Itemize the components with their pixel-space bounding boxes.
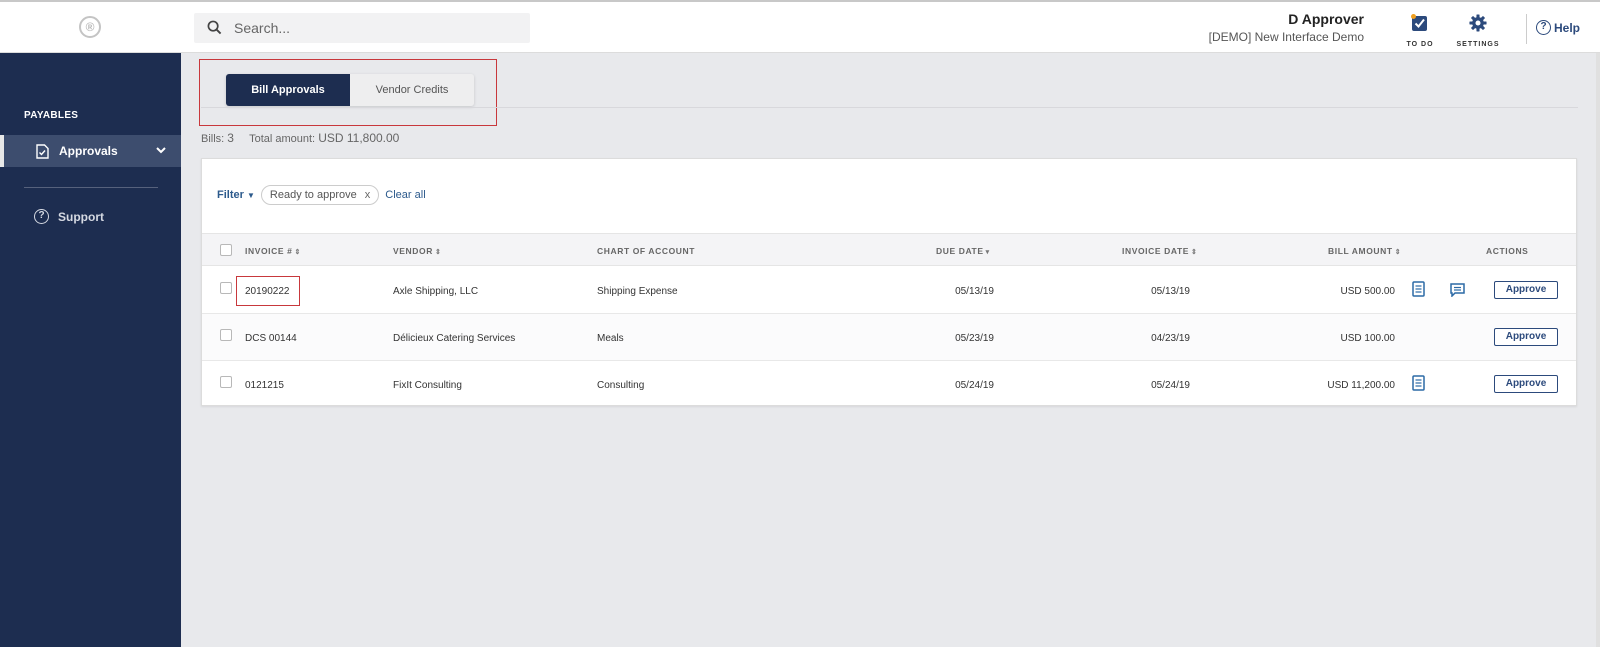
toolbar-divider [1526, 14, 1527, 44]
tab-vendor-credits[interactable]: Vendor Credits [350, 74, 474, 106]
column-label: BILL AMOUNT [1328, 246, 1393, 256]
comment-icon[interactable] [1450, 283, 1465, 297]
document-check-icon [36, 143, 49, 159]
column-actions: ACTIONS [1486, 246, 1528, 256]
sidebar: PAYABLES Approvals ? Support [0, 53, 181, 647]
help-label: Help [1554, 20, 1581, 35]
user-info[interactable]: D Approver [DEMO] New Interface Demo [1209, 11, 1364, 44]
document-icon[interactable] [1412, 375, 1426, 392]
approve-button[interactable]: Approve [1494, 375, 1558, 393]
column-label: ACTIONS [1486, 246, 1529, 256]
row-checkbox[interactable] [220, 282, 232, 294]
clear-all-link[interactable]: Clear all [385, 189, 425, 201]
column-label: VENDOR [393, 246, 433, 256]
bills-count-label: Bills: [201, 133, 225, 145]
user-name: D Approver [1288, 11, 1364, 27]
todo-checkbox-icon [1411, 14, 1427, 31]
due-date: 05/13/19 [955, 286, 994, 297]
column-label: INVOICE # [245, 246, 293, 256]
question-circle-icon: ? [34, 209, 49, 224]
search-input[interactable] [234, 17, 514, 39]
sidebar-item-label: Support [58, 209, 104, 224]
company-name: [DEMO] New Interface Demo [1208, 30, 1364, 44]
app-logo[interactable]: ® [79, 16, 101, 38]
caret-down-icon: ▼ [246, 191, 255, 200]
sort-icon: ⇕ [1191, 249, 1198, 256]
chart-of-account: Shipping Expense [597, 286, 678, 297]
column-label: DUE DATE [936, 246, 984, 256]
vendor-name: Délicieux Catering Services [393, 333, 516, 344]
search-icon [207, 20, 222, 35]
gear-icon [1469, 14, 1487, 32]
table-row[interactable]: 20190222 Axle Shipping, LLC Shipping Exp… [202, 267, 1576, 314]
chevron-down-icon[interactable] [155, 144, 167, 156]
filter-dropdown[interactable]: Filter ▼ [217, 189, 255, 201]
filter-bar: Filter ▼ Ready to approve x Clear all [217, 185, 426, 205]
select-all-checkbox[interactable] [220, 244, 232, 256]
invoice-date: 04/23/19 [1151, 333, 1190, 344]
column-invoice-date[interactable]: INVOICE DATE ⇕ [1122, 246, 1198, 256]
bill-amount: USD 11,200.00 [1327, 380, 1395, 391]
settings-label: SETTINGS [1456, 41, 1500, 48]
bills-summary: Bills: 3 Total amount: USD 11,800.00 [201, 131, 399, 145]
column-invoice[interactable]: INVOICE # ⇕ [245, 246, 301, 256]
bills-table-card: Filter ▼ Ready to approve x Clear all IN… [201, 158, 1577, 406]
sidebar-item-support[interactable]: ? Support [34, 209, 104, 224]
filter-chip: Ready to approve x [260, 185, 380, 205]
column-chart-of-account: CHART OF ACCOUNT [597, 246, 695, 256]
sort-down-icon: ▾ [985, 249, 990, 256]
sort-icon: ⇕ [1394, 249, 1402, 256]
settings-button[interactable]: SETTINGS [1455, 14, 1501, 48]
column-bill-amount[interactable]: BILL AMOUNT ⇕ [1328, 246, 1401, 256]
tab-bill-approvals[interactable]: Bill Approvals [226, 74, 350, 106]
table-row[interactable]: 0121215 FixIt Consulting Consulting 05/2… [202, 361, 1576, 408]
column-vendor[interactable]: VENDOR ⇕ [393, 246, 441, 256]
tabs-divider [201, 107, 1578, 108]
invoice-date: 05/13/19 [1151, 286, 1190, 297]
page-scrollbar[interactable] [1596, 53, 1600, 647]
chart-of-account: Meals [597, 333, 624, 344]
filter-label: Filter [217, 189, 244, 201]
total-amount-label: Total amount: [249, 133, 316, 145]
invoice-number[interactable]: 0121215 [245, 380, 284, 391]
chip-remove-button[interactable]: x [365, 189, 371, 201]
table-row[interactable]: DCS 00144 Délicieux Catering Services Me… [202, 314, 1576, 361]
column-due-date[interactable]: DUE DATE ▾ [936, 246, 990, 256]
row-checkbox[interactable] [220, 329, 232, 341]
sidebar-item-label: Approvals [59, 144, 118, 158]
document-icon[interactable] [1412, 281, 1426, 298]
table-header: INVOICE # ⇕ VENDOR ⇕ CHART OF ACCOUNT DUE … [202, 233, 1576, 266]
column-label: CHART OF ACCOUNT [597, 246, 696, 256]
bill-amount: USD 500.00 [1340, 286, 1395, 297]
sidebar-item-approvals[interactable]: Approvals [0, 135, 181, 167]
column-label: INVOICE DATE [1122, 246, 1190, 256]
sort-icon: ⇕ [434, 249, 442, 256]
search-box[interactable] [194, 13, 530, 43]
sort-icon: ⇕ [294, 249, 301, 256]
bills-count: 3 [227, 131, 234, 145]
help-link[interactable]: ? Help [1536, 20, 1580, 35]
top-bar: ® D Approver [DEMO] New Interface Demo T… [0, 0, 1600, 53]
invoice-date: 05/24/19 [1151, 380, 1190, 391]
chart-of-account: Consulting [597, 380, 645, 391]
approve-button[interactable]: Approve [1494, 328, 1558, 346]
sidebar-divider [24, 187, 158, 188]
total-amount: USD 11,800.00 [318, 131, 400, 145]
due-date: 05/23/19 [955, 333, 994, 344]
todo-label: TO DO [1406, 41, 1434, 48]
vendor-name: Axle Shipping, LLC [393, 286, 479, 297]
filter-chip-label: Ready to approve [269, 189, 357, 201]
due-date: 05/24/19 [955, 380, 994, 391]
invoice-number[interactable]: DCS 00144 [245, 333, 297, 344]
approve-button[interactable]: Approve [1494, 281, 1558, 299]
invoice-number[interactable]: 20190222 [245, 286, 290, 297]
bill-amount: USD 100.00 [1340, 333, 1395, 344]
question-circle-icon: ? [1536, 20, 1551, 35]
todo-button[interactable]: TO DO [1405, 14, 1435, 48]
tab-group: Bill Approvals Vendor Credits [226, 74, 474, 106]
row-checkbox[interactable] [220, 376, 232, 388]
vendor-name: FixIt Consulting [393, 380, 462, 391]
sidebar-section-payables: PAYABLES [24, 110, 79, 121]
